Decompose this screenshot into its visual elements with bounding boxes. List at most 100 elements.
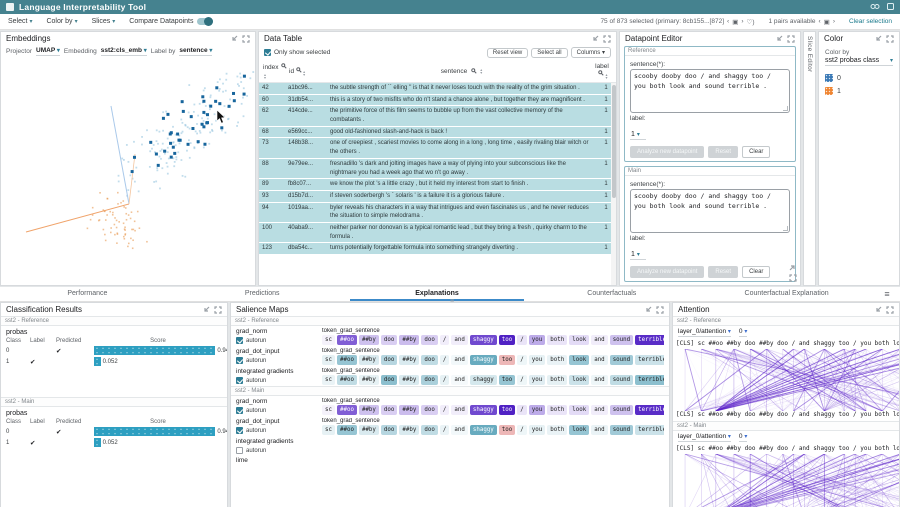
table-row[interactable]: 941019aa...byler reveals his characters … xyxy=(259,203,616,223)
salience-token[interactable]: you xyxy=(529,405,545,415)
slice-editor-collapsed[interactable]: Slice Editor xyxy=(803,31,816,286)
minimize-icon[interactable] xyxy=(202,306,210,314)
salience-token[interactable]: doo xyxy=(381,425,397,435)
section-tab[interactable]: Reference xyxy=(625,47,795,56)
salience-token[interactable]: doo xyxy=(381,335,397,345)
reset-button[interactable]: Reset xyxy=(708,266,738,278)
column-header-index[interactable]: index xyxy=(263,64,279,71)
salience-token[interactable]: too xyxy=(499,335,515,345)
salience-token[interactable]: shaggy xyxy=(470,425,497,435)
search-icon[interactable] xyxy=(598,70,604,76)
table-row[interactable]: 62414cde...the primitive force of this f… xyxy=(259,106,616,126)
link-icon[interactable] xyxy=(870,3,880,12)
salience-token[interactable]: doo xyxy=(421,355,437,365)
table-row[interactable]: 89fb8c07...we know the plot 's a little … xyxy=(259,179,616,191)
jump-pair-icon[interactable]: ▣ xyxy=(824,18,830,26)
compare-datapoints-toggle[interactable] xyxy=(197,18,213,25)
tab-explanations[interactable]: Explanations xyxy=(350,287,525,301)
salience-token[interactable]: sound xyxy=(610,425,633,435)
column-header-id[interactable]: id xyxy=(289,68,294,75)
salience-token[interactable]: and xyxy=(451,405,467,415)
salience-token[interactable]: sc xyxy=(322,425,335,435)
menu-icon[interactable]: ≡ xyxy=(874,287,900,301)
salience-token[interactable]: ##by xyxy=(359,405,379,415)
result-subtab[interactable]: sst2 - Main xyxy=(1,397,227,407)
salience-token[interactable]: ##by xyxy=(399,425,419,435)
salience-token[interactable]: and xyxy=(591,405,607,415)
salience-token[interactable]: ##oo xyxy=(337,335,357,345)
only-show-selected-checkbox[interactable] xyxy=(264,49,271,56)
salience-token[interactable]: sound xyxy=(610,405,633,415)
tab-counterfactual-explanation[interactable]: Counterfactual Explanation xyxy=(699,287,874,301)
vertical-scrollbar[interactable] xyxy=(611,83,616,285)
salience-token[interactable]: / xyxy=(517,425,527,435)
salience-token[interactable]: terrible xyxy=(635,335,664,345)
salience-token[interactable]: / xyxy=(517,405,527,415)
salience-token[interactable]: terrible xyxy=(635,425,664,435)
salience-token[interactable]: shaggy xyxy=(470,405,497,415)
autorun-checkbox[interactable] xyxy=(236,357,243,364)
label-select[interactable]: 1 ▾ xyxy=(630,251,646,260)
salience-token[interactable]: sound xyxy=(610,375,633,385)
salience-token[interactable]: you xyxy=(529,375,545,385)
minimize-icon[interactable] xyxy=(644,306,652,314)
sentence-input[interactable]: scooby dooby doo / and shaggy too / you … xyxy=(630,189,790,233)
color-by-select[interactable]: sst2 probas class▾ xyxy=(825,57,893,66)
salience-token[interactable]: ##oo xyxy=(337,405,357,415)
sort-icon[interactable]: ▴▾ xyxy=(264,73,266,79)
salience-token[interactable]: ##by xyxy=(399,375,419,385)
salience-token[interactable]: shaggy xyxy=(470,335,497,345)
salience-token[interactable]: too xyxy=(499,355,515,365)
projector-select[interactable]: UMAP ▾ xyxy=(36,47,60,56)
clear-button[interactable]: Clear xyxy=(742,146,770,158)
salience-token[interactable]: shaggy xyxy=(470,355,497,365)
autorun-checkbox[interactable] xyxy=(236,407,243,414)
maximize-icon[interactable] xyxy=(886,35,894,43)
salience-token[interactable]: and xyxy=(451,335,467,345)
label-select[interactable]: 1 ▾ xyxy=(630,131,646,140)
salience-token[interactable]: ##oo xyxy=(337,355,357,365)
sentence-input[interactable]: scooby dooby doo / and shaggy too / you … xyxy=(630,69,790,113)
select-menu[interactable]: Select▾ xyxy=(8,18,32,25)
feedback-icon[interactable] xyxy=(887,3,894,12)
maximize-icon[interactable] xyxy=(603,35,611,43)
head-select[interactable]: 0 ▾ xyxy=(739,328,747,337)
salience-subtab[interactable]: sst2 - Main xyxy=(231,386,669,396)
salience-token[interactable]: ##by xyxy=(359,355,379,365)
attention-subtab[interactable]: sst2 - Main xyxy=(673,421,899,431)
minimize-icon[interactable] xyxy=(591,35,599,43)
salience-token[interactable]: sound xyxy=(610,355,633,365)
salience-token[interactable]: doo xyxy=(421,375,437,385)
result-subtab[interactable]: sst2 - Reference xyxy=(1,316,227,326)
head-select[interactable]: 0 ▾ xyxy=(739,433,747,442)
salience-token[interactable]: terrible xyxy=(635,405,664,415)
salience-token[interactable]: doo xyxy=(421,335,437,345)
next-datapoint-button[interactable]: › xyxy=(741,18,743,25)
expand-icon[interactable] xyxy=(789,263,797,271)
minimize-icon[interactable] xyxy=(775,35,783,43)
sort-icon[interactable]: ▴▾ xyxy=(605,73,607,79)
minimize-icon[interactable] xyxy=(230,35,238,43)
jump-datapoint-icon[interactable]: ▣ xyxy=(732,18,738,26)
clear-button[interactable]: Clear xyxy=(742,266,770,278)
salience-token[interactable]: and xyxy=(451,425,467,435)
autorun-checkbox[interactable] xyxy=(236,447,243,454)
table-row[interactable]: 68e569cc...good old-fashioned slash-and-… xyxy=(259,127,616,139)
maximize-icon[interactable] xyxy=(214,306,222,314)
maximize-icon[interactable] xyxy=(656,306,664,314)
layer-select[interactable]: layer_0/attention ▾ xyxy=(678,433,731,442)
salience-subtab[interactable]: sst2 - Reference xyxy=(231,316,669,326)
salience-token[interactable]: both xyxy=(547,375,567,385)
salience-token[interactable]: shaggy xyxy=(470,375,497,385)
salience-token[interactable]: / xyxy=(517,355,527,365)
salience-token[interactable]: ##by xyxy=(359,425,379,435)
autorun-checkbox[interactable] xyxy=(236,377,243,384)
select-all-button[interactable]: Select all xyxy=(531,48,567,58)
favorite-icon[interactable]: ♡) xyxy=(747,18,755,26)
salience-token[interactable]: and xyxy=(591,335,607,345)
salience-token[interactable]: ##by xyxy=(399,405,419,415)
salience-token[interactable]: ##by xyxy=(359,375,379,385)
salience-token[interactable]: you xyxy=(529,335,545,345)
salience-token[interactable]: look xyxy=(569,405,589,415)
search-icon[interactable] xyxy=(471,68,477,74)
